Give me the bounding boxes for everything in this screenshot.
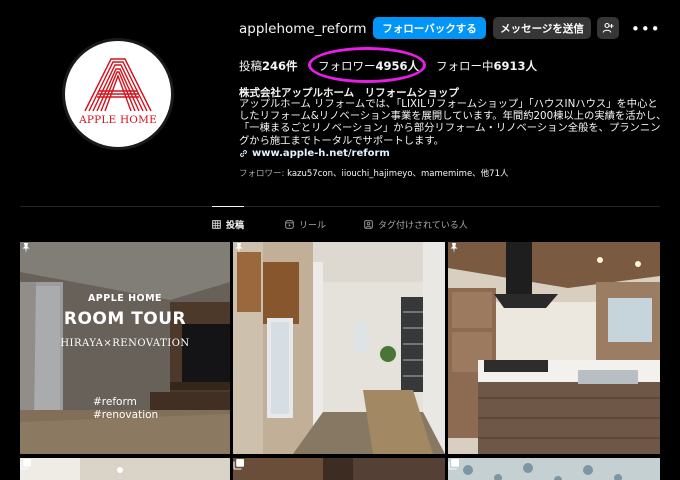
posts-count: 投稿246件 xyxy=(239,59,298,73)
tour-hashtag-renovation: #renovation xyxy=(93,409,159,421)
more-options-icon[interactable]: ••• xyxy=(631,20,661,38)
tab-tagged[interactable]: タグ付けされている人 xyxy=(364,218,468,231)
interior-photo xyxy=(448,458,660,480)
grid-icon xyxy=(212,220,221,229)
bio-link[interactable]: www.apple-h.net/reform xyxy=(239,148,390,159)
post-tile-room-tour[interactable]: APPLE HOME ROOM TOUR HIRAYA×RENOVATION #… xyxy=(20,242,230,454)
following-count[interactable]: フォロー中6913人 xyxy=(436,58,537,74)
post-tile-row2-2[interactable] xyxy=(233,458,445,480)
apple-home-logo-icon xyxy=(84,58,152,112)
interior-photo xyxy=(233,458,445,480)
hallway-photo xyxy=(233,242,445,454)
post-tile-row2-3[interactable] xyxy=(448,458,660,480)
post-tile-kitchen[interactable] xyxy=(448,242,660,454)
profile-username: applehome_reform xyxy=(239,21,367,37)
bio-text: アップルホーム リフォームでは、「LIXILリフォームショップ」「ハウスINハウ… xyxy=(239,98,667,147)
post-tile-hallway[interactable] xyxy=(233,242,445,454)
pinned-icon xyxy=(450,243,458,253)
profile-avatar[interactable]: APPLE HOME xyxy=(62,38,174,150)
add-person-icon xyxy=(602,22,614,33)
pinned-icon xyxy=(235,243,243,253)
bio-link-text: www.apple-h.net/reform xyxy=(252,148,390,159)
tour-title: ROOM TOUR xyxy=(63,309,187,329)
followed-by[interactable]: フォロワー: kazu57con、iiouchi_hajimeyo、mamemi… xyxy=(239,167,509,179)
active-tab-indicator xyxy=(212,206,244,207)
tour-subtitle: HIRAYA×RENOVATION xyxy=(60,338,190,349)
kitchen-photo xyxy=(448,242,660,454)
followers-highlight-annotation xyxy=(308,47,426,83)
suggested-users-button[interactable] xyxy=(597,17,619,39)
post-tile-row2-1[interactable] xyxy=(20,458,230,480)
reels-icon xyxy=(285,220,294,229)
link-icon xyxy=(240,150,247,157)
tab-reels-label: リール xyxy=(299,221,327,231)
interior-photo xyxy=(20,458,230,480)
tab-tagged-label: タグ付けされている人 xyxy=(378,221,468,231)
send-message-button[interactable]: メッセージを送信 xyxy=(493,17,591,39)
follow-back-button[interactable]: フォローバックする xyxy=(373,17,486,39)
tabs-divider xyxy=(20,206,660,207)
tab-posts[interactable]: 投稿 xyxy=(212,218,244,231)
multiple-images-icon xyxy=(448,459,459,470)
tour-hashtag-reform: #reform xyxy=(93,396,137,408)
multiple-images-icon xyxy=(20,459,31,470)
avatar-brand-text: APPLE HOME xyxy=(79,114,157,126)
tab-reels[interactable]: リール xyxy=(285,218,326,231)
tab-posts-label: 投稿 xyxy=(226,221,245,231)
tour-brand: APPLE HOME xyxy=(87,293,163,304)
pinned-icon xyxy=(22,243,30,253)
multiple-images-icon xyxy=(233,459,244,470)
tagged-person-icon xyxy=(364,220,373,229)
